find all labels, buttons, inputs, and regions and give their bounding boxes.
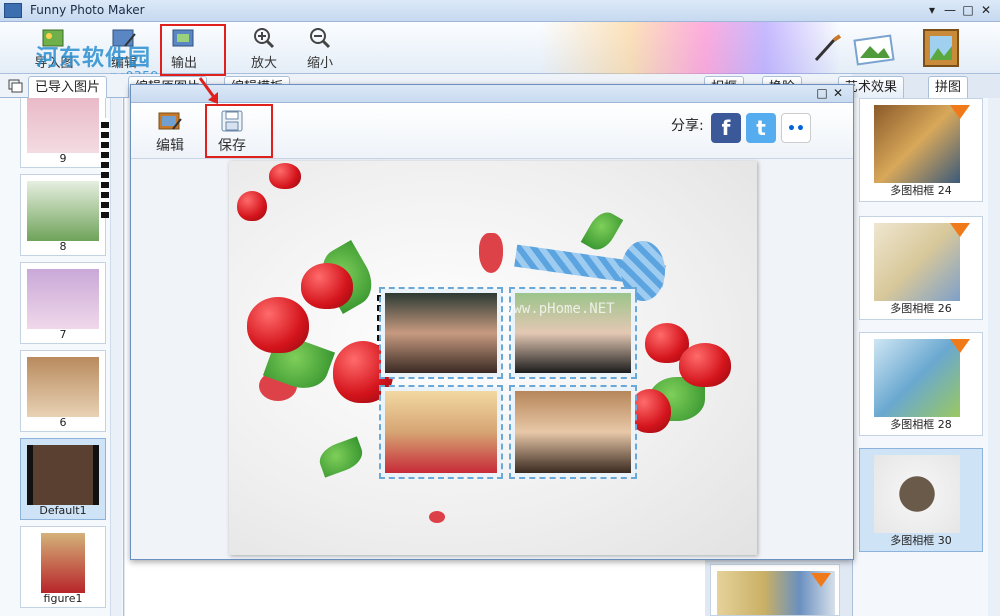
landscape-photo-icon[interactable] — [852, 32, 896, 66]
photo-thumb-label: figure1 — [43, 592, 83, 605]
tab-collage[interactable]: 拼图 — [928, 76, 969, 98]
strawberry-decoration — [629, 389, 671, 433]
template-card-selected[interactable]: 多图相框 30 — [859, 448, 983, 552]
site-watermark: 河东软件园 — [36, 46, 152, 71]
strawberry-decoration — [269, 163, 301, 189]
title-bar: Funny Photo Maker ▾ — □ ✕ — [0, 0, 1000, 22]
template-card-image — [874, 223, 960, 301]
strawberry-decoration — [237, 191, 267, 221]
download-arrow-icon[interactable] — [950, 223, 970, 237]
zoom-out-label: 缩小 — [306, 56, 333, 71]
photo-thumb-image — [41, 533, 85, 593]
leaf-decoration — [315, 436, 367, 478]
zoom-in-icon — [254, 28, 275, 49]
collage-photo-1 — [379, 287, 503, 379]
strawberry-decoration — [247, 297, 309, 353]
paint-splash — [479, 233, 503, 273]
download-arrow-icon[interactable] — [811, 573, 831, 587]
brush-icon[interactable] — [812, 32, 844, 64]
close-button[interactable]: ✕ — [978, 2, 994, 18]
window-title: Funny Photo Maker — [30, 3, 145, 17]
pointer-arrow-icon — [198, 77, 218, 104]
preview-canvas: www.pHome.NET — [131, 159, 853, 559]
photo-thumb-label: 8 — [59, 240, 67, 253]
dialog-edit-label: 编辑 — [156, 138, 184, 154]
photo-thumb-image — [27, 98, 99, 153]
edit-icon — [158, 112, 182, 130]
share-label: 分享: — [671, 118, 704, 134]
template-card[interactable]: 多图相框 24 — [859, 98, 983, 202]
template-card-image — [874, 105, 960, 183]
photo-thumb[interactable]: 9 — [20, 98, 106, 168]
photo-thumb-selected[interactable]: Default1 — [20, 438, 106, 520]
dialog-close-button[interactable]: ✕ — [831, 86, 845, 100]
strawberry-decoration — [679, 343, 731, 387]
strawberry-decoration — [301, 263, 353, 309]
template-card-label: 多图相框 26 — [890, 302, 952, 315]
canvas-watermark: www.pHome.NET — [505, 301, 615, 317]
photo-thumb-image — [27, 269, 99, 329]
collage-photo-4 — [509, 385, 637, 479]
maximize-button[interactable]: □ — [960, 2, 976, 18]
template-card-label: 多图相框 28 — [890, 418, 952, 431]
template-card-partial[interactable] — [710, 564, 840, 616]
menu-dropdown-button[interactable]: ▾ — [924, 2, 940, 18]
photo-thumb-label: 6 — [59, 416, 67, 429]
template-card-label: 多图相框 30 — [890, 534, 952, 547]
imported-images-icon — [8, 79, 23, 93]
dialog-title-bar: □ ✕ — [131, 85, 853, 103]
template-card[interactable]: 多图相框 26 — [859, 216, 983, 320]
photo-thumb-image — [27, 445, 99, 505]
photo-thumb-label: Default1 — [39, 504, 87, 517]
template-card-image — [874, 339, 960, 417]
twitter-icon[interactable]: t — [746, 113, 776, 143]
template-card-image — [874, 455, 960, 533]
templates-panel: 多图相框 24 多图相框 26 多图相框 28 多图相框 30 — [852, 98, 1000, 616]
dialog-edit-button[interactable]: 编辑 — [147, 109, 193, 157]
tab-imported-images[interactable]: 已导入图片 — [28, 76, 108, 98]
template-card[interactable]: 多图相框 28 — [859, 332, 983, 436]
download-arrow-icon[interactable] — [950, 339, 970, 353]
photo-thumb-label: 7 — [59, 328, 67, 341]
zoom-in-label: 放大 — [250, 56, 277, 71]
leaf-decoration — [580, 207, 624, 255]
photo-thumb[interactable]: figure1 — [20, 526, 106, 608]
left-scrollbar[interactable] — [110, 98, 122, 616]
paint-splash — [429, 511, 445, 523]
filmstrip-decoration — [101, 118, 109, 218]
picture-frame-icon[interactable] — [920, 26, 962, 70]
output-highlight-box — [160, 24, 226, 76]
dialog-maximize-button[interactable]: □ — [815, 86, 829, 100]
right-scrollbar[interactable] — [988, 98, 1000, 616]
minimize-button[interactable]: — — [942, 2, 958, 18]
photo-thumb[interactable]: 6 — [20, 350, 106, 432]
main-toolbar: 导入图片 编辑 输出 放大 缩小 河东软件园 pc0359 — [0, 22, 1000, 90]
collage-photo-3 — [379, 385, 503, 479]
photo-thumb-label: 9 — [59, 152, 67, 165]
flickr-icon[interactable]: •• — [781, 113, 811, 143]
download-arrow-icon[interactable] — [950, 105, 970, 119]
collage-image: www.pHome.NET — [229, 161, 757, 555]
facebook-icon[interactable]: f — [711, 113, 741, 143]
photo-thumb-image — [27, 181, 99, 241]
zoom-out-button[interactable]: 缩小 — [296, 24, 344, 72]
zoom-out-icon — [310, 28, 331, 49]
template-card-label: 多图相框 24 — [890, 184, 952, 197]
decorative-banner — [540, 22, 840, 74]
save-highlight-box — [205, 104, 273, 158]
zoom-in-button[interactable]: 放大 — [240, 24, 288, 72]
app-icon — [4, 3, 22, 18]
photo-thumb[interactable]: 7 — [20, 262, 106, 344]
photo-thumb[interactable]: 8 — [20, 174, 106, 256]
photo-thumb-image — [27, 357, 99, 417]
